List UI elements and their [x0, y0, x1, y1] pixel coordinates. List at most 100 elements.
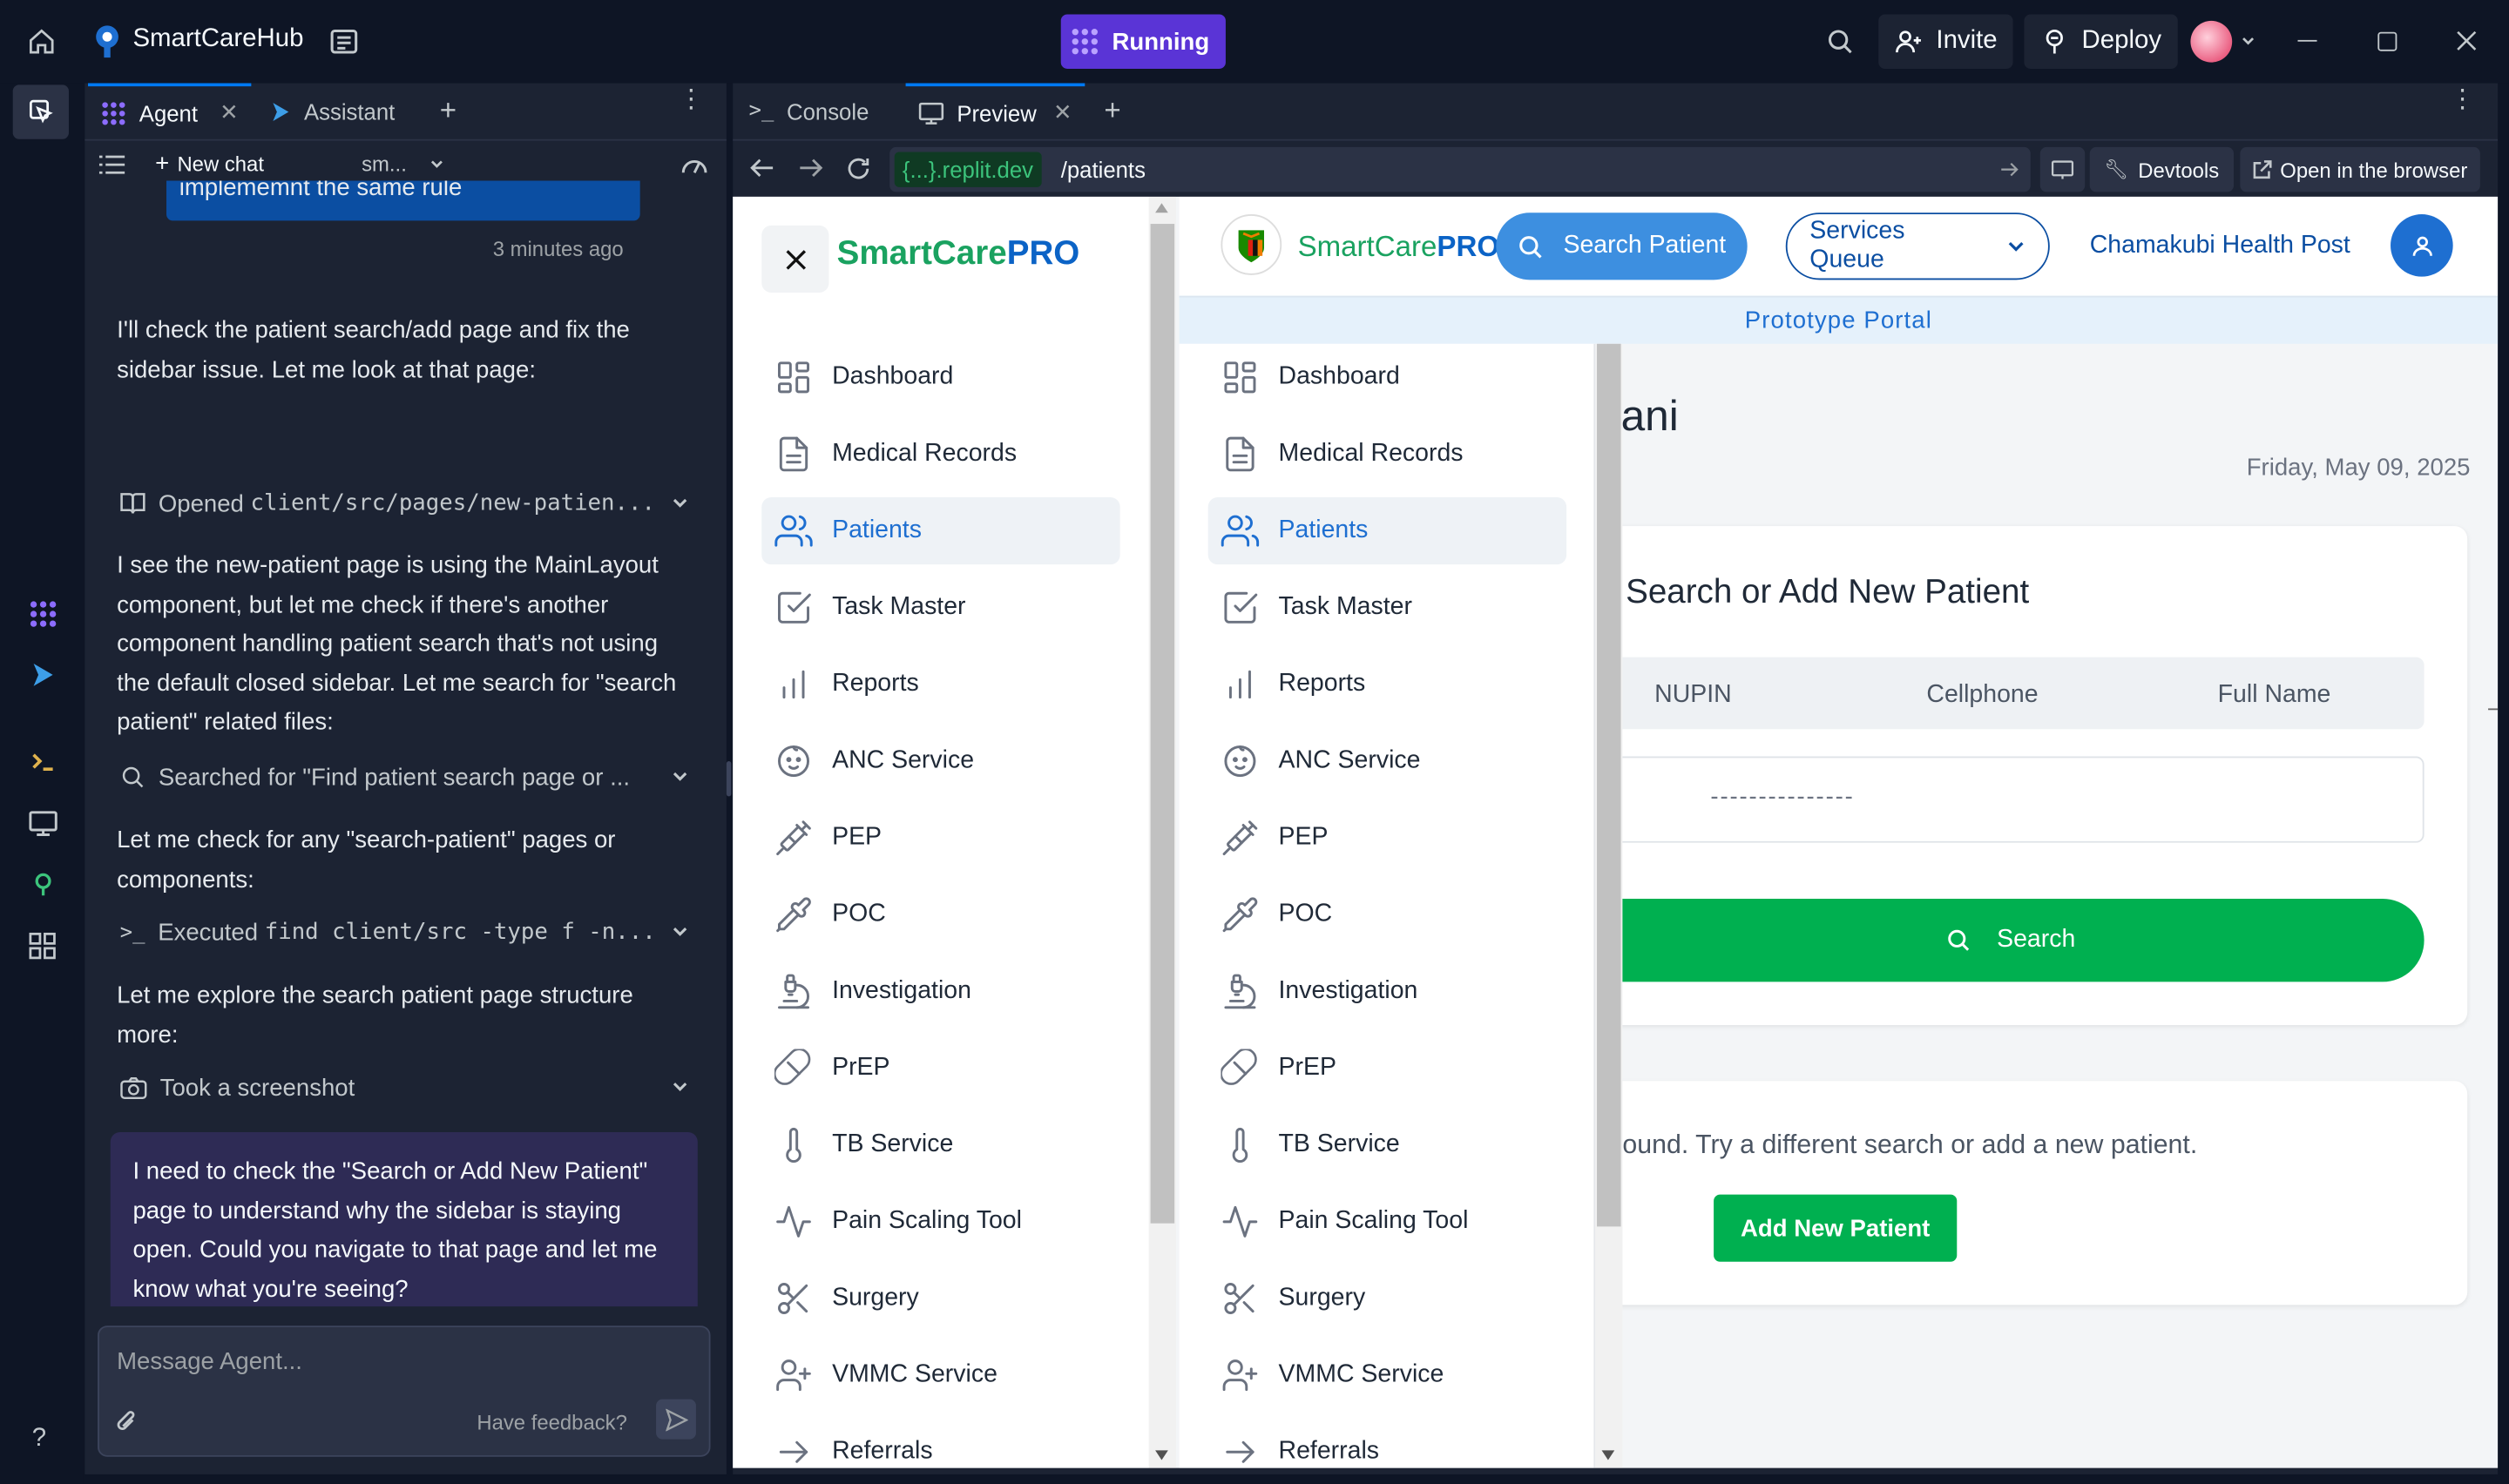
- sidebar-item-medical-records[interactable]: Medical Records: [1208, 421, 1566, 488]
- more-icon[interactable]: ⋮: [679, 87, 704, 112]
- sidebar-item-pain-scaling-tool[interactable]: Pain Scaling Tool: [1208, 1188, 1566, 1255]
- tab-cellphone[interactable]: Cellphone: [1926, 681, 2038, 710]
- database-icon[interactable]: [328, 25, 361, 57]
- sidebar-item-reports[interactable]: Reports: [761, 651, 1119, 718]
- go-arrow-icon[interactable]: [2000, 160, 2019, 179]
- sidebar-item-surgery[interactable]: Surgery: [761, 1265, 1119, 1332]
- sidebar-item-vmmc-service[interactable]: VMMC Service: [1208, 1342, 1566, 1409]
- device-icon[interactable]: [2039, 146, 2086, 192]
- new-tab-icon[interactable]: +: [1104, 94, 1120, 128]
- reload-icon[interactable]: [845, 155, 872, 182]
- action-opened[interactable]: Opened client/src/pages/new-patien...: [120, 484, 690, 523]
- file-explorer-icon[interactable]: [12, 84, 69, 139]
- tab-preview[interactable]: Preview ✕: [905, 82, 1085, 140]
- add-new-patient-button[interactable]: Add New Patient: [1714, 1194, 1958, 1262]
- home-icon[interactable]: [27, 27, 56, 56]
- console-rail-icon[interactable]: [30, 748, 56, 773]
- sidebar-item-investigation[interactable]: Investigation: [1208, 958, 1566, 1025]
- resize-handle[interactable]: [2488, 708, 2499, 711]
- scroll-thumb[interactable]: [1597, 343, 1621, 1227]
- sidebar-item-pep[interactable]: PEP: [761, 805, 1119, 872]
- apps-rail-icon[interactable]: [29, 932, 56, 960]
- sidebar-item-anc-service[interactable]: ANC Service: [1208, 727, 1566, 794]
- devtools-button[interactable]: 🔧︎ Devtools: [2089, 146, 2234, 192]
- sidebar-item-pain-scaling-tool[interactable]: Pain Scaling Tool: [761, 1188, 1119, 1255]
- close-icon[interactable]: [2456, 30, 2477, 51]
- sidebar-item-referrals[interactable]: Referrals: [761, 1419, 1119, 1468]
- sidebar-item-referrals[interactable]: Referrals: [1208, 1419, 1566, 1468]
- paperclip-icon[interactable]: [115, 1409, 138, 1434]
- services-queue-button[interactable]: Services Queue: [1785, 212, 2050, 280]
- tab-agent[interactable]: Agent ✕: [88, 82, 252, 140]
- tab-assistant[interactable]: Assistant: [258, 83, 408, 140]
- app-sidebar-scrollbar[interactable]: [1595, 343, 1623, 1468]
- action-searched[interactable]: Searched for "Find patient search page o…: [120, 758, 690, 796]
- open-browser-button[interactable]: Open in the browser: [2240, 146, 2481, 192]
- close-tab-icon[interactable]: ✕: [1053, 99, 1072, 126]
- close-tab-icon[interactable]: ✕: [220, 99, 239, 126]
- assistant-rail-icon[interactable]: [30, 662, 56, 687]
- help-icon[interactable]: ?: [32, 1425, 46, 1454]
- more-icon[interactable]: ⋮: [2450, 87, 2475, 112]
- search-icon[interactable]: [1826, 27, 1855, 56]
- back-icon[interactable]: [749, 157, 774, 179]
- action-executed[interactable]: >_ Executed find client/src -type f -n..…: [120, 913, 690, 951]
- sidebar-item-dashboard[interactable]: Dashboard: [761, 344, 1119, 411]
- chevron-down-icon[interactable]: [2240, 34, 2255, 50]
- sidebar-scrollbar[interactable]: [1148, 196, 1176, 1468]
- tab-nupin[interactable]: NUPIN: [1654, 681, 1732, 710]
- tab-full-name[interactable]: Full Name: [2218, 681, 2331, 710]
- sidebar-item-poc[interactable]: POC: [761, 881, 1119, 948]
- pane-splitter[interactable]: [726, 761, 732, 797]
- sidebar-item-prep[interactable]: PrEP: [1208, 1035, 1566, 1102]
- sidebar-item-investigation[interactable]: Investigation: [761, 958, 1119, 1025]
- sidebar-item-patients[interactable]: Patients: [1207, 497, 1567, 565]
- deployments-rail-icon[interactable]: [30, 872, 56, 897]
- invite-button[interactable]: Invite: [1878, 14, 2014, 69]
- message-input[interactable]: Message Agent... Have feedback?: [98, 1325, 711, 1457]
- preview-rail-icon[interactable]: [29, 811, 57, 836]
- tab-console[interactable]: >_ Console: [736, 83, 906, 140]
- sidebar-item-medical-records[interactable]: Medical Records: [761, 421, 1119, 488]
- sidebar-item-vmmc-service[interactable]: VMMC Service: [761, 1342, 1119, 1409]
- search-patient-button[interactable]: Search Patient: [1496, 212, 1748, 280]
- avatar[interactable]: [2190, 20, 2233, 63]
- chat-list-icon[interactable]: [98, 153, 125, 176]
- forward-icon[interactable]: [799, 157, 824, 179]
- sidebar-item-task-master[interactable]: Task Master: [761, 574, 1119, 641]
- maximize-icon[interactable]: [2377, 31, 2397, 51]
- sidebar-item-patients[interactable]: Patients: [761, 497, 1120, 565]
- profile-button[interactable]: [2391, 214, 2453, 277]
- feedback-link[interactable]: Have feedback?: [477, 1411, 627, 1435]
- scroll-up-icon[interactable]: [1155, 203, 1168, 213]
- app-name[interactable]: SmartCareHub: [132, 25, 303, 54]
- address-field[interactable]: {...}.replit.dev /patients: [889, 146, 2031, 192]
- scroll-down-icon[interactable]: [1601, 1450, 1615, 1460]
- sidebar-item-poc[interactable]: POC: [1208, 881, 1566, 948]
- run-button[interactable]: Running: [1060, 14, 1226, 69]
- scroll-down-icon[interactable]: [1155, 1450, 1168, 1460]
- agent-rail-icon[interactable]: [29, 600, 57, 629]
- chat-scroll[interactable]: implememnt the same rule 3 minutes ago I…: [85, 180, 727, 1307]
- close-sidebar-button[interactable]: [761, 225, 829, 293]
- sidebar-item-task-master[interactable]: Task Master: [1208, 574, 1566, 641]
- sidebar-item-tb-service[interactable]: TB Service: [1208, 1111, 1566, 1178]
- nupin-input[interactable]: ---------------: [1597, 756, 2424, 843]
- scroll-thumb[interactable]: [1150, 224, 1175, 1224]
- sidebar-item-reports[interactable]: Reports: [1208, 651, 1566, 718]
- send-button[interactable]: [656, 1399, 696, 1440]
- sidebar-item-anc-service[interactable]: ANC Service: [761, 727, 1119, 794]
- deploy-button[interactable]: Deploy: [2024, 14, 2178, 69]
- speedometer-icon[interactable]: [680, 152, 709, 177]
- sidebar-item-pep[interactable]: PEP: [1208, 805, 1566, 872]
- sidebar-item-prep[interactable]: PrEP: [761, 1035, 1119, 1102]
- minimize-icon[interactable]: [2297, 39, 2317, 42]
- chat-selector[interactable]: sm...: [362, 152, 445, 176]
- sidebar-item-tb-service[interactable]: TB Service: [761, 1111, 1119, 1178]
- sidebar-item-dashboard[interactable]: Dashboard: [1208, 344, 1566, 411]
- new-chat-button[interactable]: + New chat: [155, 151, 264, 178]
- search-button[interactable]: Search: [1597, 898, 2424, 982]
- sidebar-item-surgery[interactable]: Surgery: [1208, 1265, 1566, 1332]
- action-screenshot[interactable]: Took a screenshot: [120, 1069, 690, 1107]
- new-tab-icon[interactable]: +: [440, 94, 456, 128]
